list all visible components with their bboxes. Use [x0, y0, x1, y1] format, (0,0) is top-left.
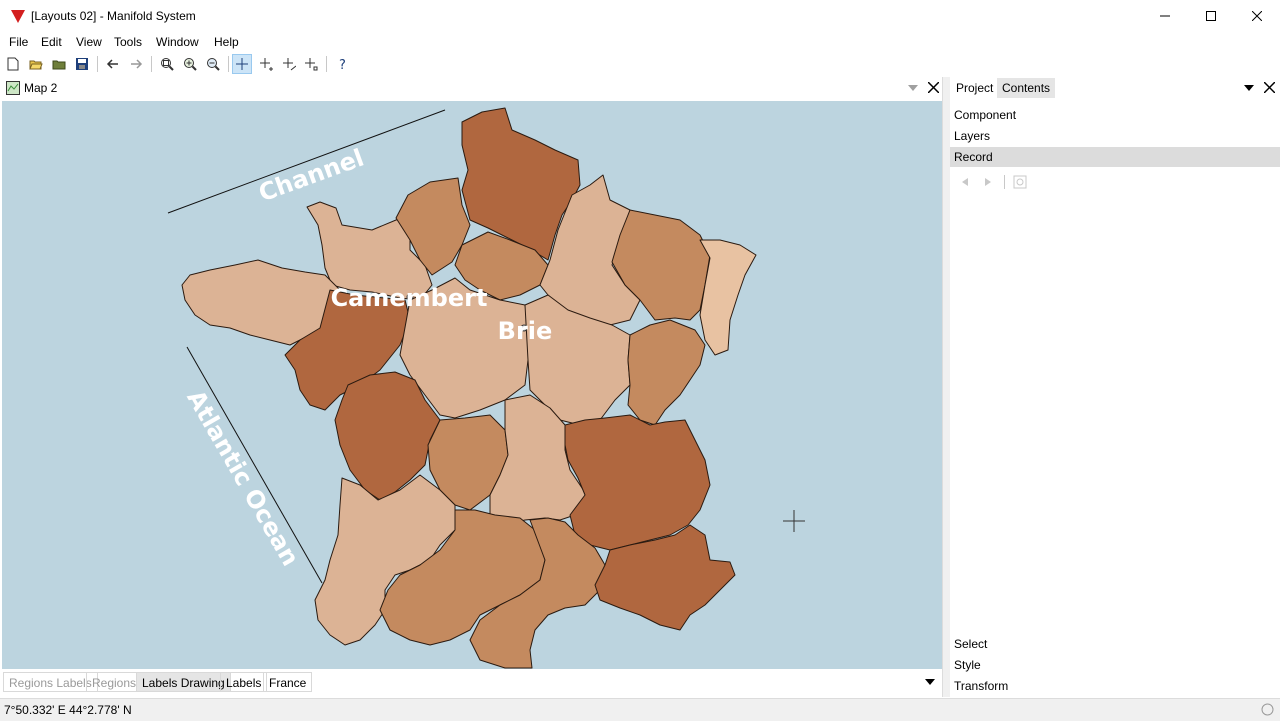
map-window-tabbar: Map 2: [0, 77, 944, 99]
close-panel-icon[interactable]: [1264, 82, 1275, 93]
zoom-to-record-icon[interactable]: [1013, 175, 1027, 189]
crosshair-cursor-icon: [783, 510, 805, 532]
layers-dropdown-icon[interactable]: [925, 679, 935, 685]
toolbar-separator: [326, 56, 327, 72]
map-svg[interactable]: Channel Camembert Brie Atlantic Ocean: [2, 101, 942, 669]
open-icon: [29, 60, 43, 70]
panel-section-layers[interactable]: Layers: [950, 126, 1280, 146]
menu-help[interactable]: Help: [214, 35, 239, 49]
save-button[interactable]: [73, 55, 91, 73]
panel-chevron-down-icon[interactable]: [1244, 85, 1254, 91]
back-button[interactable]: [104, 55, 122, 73]
tab-project[interactable]: Project: [951, 78, 998, 98]
add-point-button[interactable]: [257, 55, 275, 73]
help-button[interactable]: ?: [334, 55, 352, 73]
zoom-to-fit-icon: [161, 58, 174, 71]
menu-file[interactable]: File: [9, 35, 28, 49]
manifold-logo-icon: [11, 10, 25, 23]
forward-button[interactable]: [127, 55, 145, 73]
panel-section-select[interactable]: Select: [950, 634, 1280, 654]
menu-edit[interactable]: Edit: [41, 35, 62, 49]
tab-contents[interactable]: Contents: [997, 78, 1056, 98]
toolbar-separator: [151, 56, 152, 72]
channel-label: Channel: [255, 144, 368, 208]
back-icon: [106, 59, 118, 69]
layer-tabs: Regions Labels Regions Labels Drawing La…: [0, 671, 944, 693]
pointer-button[interactable]: [232, 54, 252, 74]
menu-bar: File Edit View Tools Window Help: [0, 32, 1280, 52]
close-icon: [1252, 11, 1262, 21]
maximize-button[interactable]: [1188, 0, 1234, 32]
layer-tab-france[interactable]: France: [263, 672, 313, 692]
add-point-icon: [260, 58, 273, 71]
region-franche-comte[interactable]: [627, 319, 706, 426]
status-progress-icon: [1261, 703, 1274, 716]
map-tab[interactable]: Map 2: [2, 78, 61, 98]
open-folder-button[interactable]: [50, 55, 68, 73]
menu-view[interactable]: View: [76, 35, 102, 49]
panel-section-style[interactable]: Style: [950, 655, 1280, 675]
add-area-icon: [305, 58, 318, 71]
prev-record-icon[interactable]: [962, 178, 968, 186]
zoom-to-fit-button[interactable]: [158, 55, 176, 73]
close-window-button[interactable]: [1234, 0, 1280, 32]
record-toolbar-separator: [1004, 175, 1005, 189]
add-area-button[interactable]: [302, 55, 320, 73]
pointer-icon: [236, 58, 248, 70]
zoom-in-icon: [184, 58, 197, 71]
map-icon: [6, 81, 20, 95]
contents-panel: Project Contents Component Layers Record…: [950, 77, 1280, 697]
svg-text:?: ?: [339, 58, 346, 71]
map-canvas[interactable]: Channel Camembert Brie Atlantic Ocean: [2, 101, 942, 669]
chevron-down-icon[interactable]: [908, 85, 918, 91]
close-map-icon[interactable]: [928, 82, 939, 93]
zoom-out-button[interactable]: [204, 55, 222, 73]
new-button[interactable]: [4, 55, 22, 73]
window-title: [Layouts 02] - Manifold System: [31, 9, 196, 23]
layer-tab-regions[interactable]: Regions: [86, 672, 143, 692]
minimize-button[interactable]: [1142, 0, 1188, 32]
cursor-coordinates: 7°50.332' E 44°2.778' N: [4, 703, 132, 717]
open-folder-icon: [52, 60, 66, 70]
panel-section-record[interactable]: Record: [950, 147, 1280, 167]
menu-tools[interactable]: Tools: [114, 35, 142, 49]
help-icon: ?: [339, 58, 346, 71]
add-line-icon: [283, 58, 296, 71]
maximize-icon: [1206, 11, 1216, 21]
title-bar: [Layouts 02] - Manifold System: [0, 0, 1280, 32]
toolbar: ?: [0, 53, 1280, 75]
map-tab-label: Map 2: [24, 81, 58, 95]
minimize-icon: [1160, 15, 1170, 17]
save-icon: [76, 58, 88, 70]
panel-section-transform[interactable]: Transform: [950, 676, 1280, 696]
camembert-label: Camembert: [331, 284, 488, 312]
layer-tab-regions-labels[interactable]: Regions Labels: [3, 672, 98, 692]
next-record-icon[interactable]: [985, 178, 991, 186]
toolbar-separator: [97, 56, 98, 72]
layer-tab-labels[interactable]: Labels: [220, 672, 268, 692]
status-bar: 7°50.332' E 44°2.778' N: [0, 698, 1280, 721]
atlantic-ocean-label: Atlantic Ocean: [181, 385, 304, 571]
menu-window[interactable]: Window: [156, 35, 199, 49]
toolbar-separator: [228, 56, 229, 72]
panel-section-component[interactable]: Component: [950, 105, 1280, 125]
forward-icon: [131, 59, 143, 69]
new-icon: [7, 57, 19, 71]
zoom-out-icon: [207, 58, 220, 71]
zoom-in-button[interactable]: [181, 55, 199, 73]
add-line-button[interactable]: [280, 55, 298, 73]
brie-label: Brie: [498, 317, 553, 345]
open-button[interactable]: [27, 55, 45, 73]
layer-tab-labels-drawing[interactable]: Labels Drawing: [136, 672, 231, 692]
